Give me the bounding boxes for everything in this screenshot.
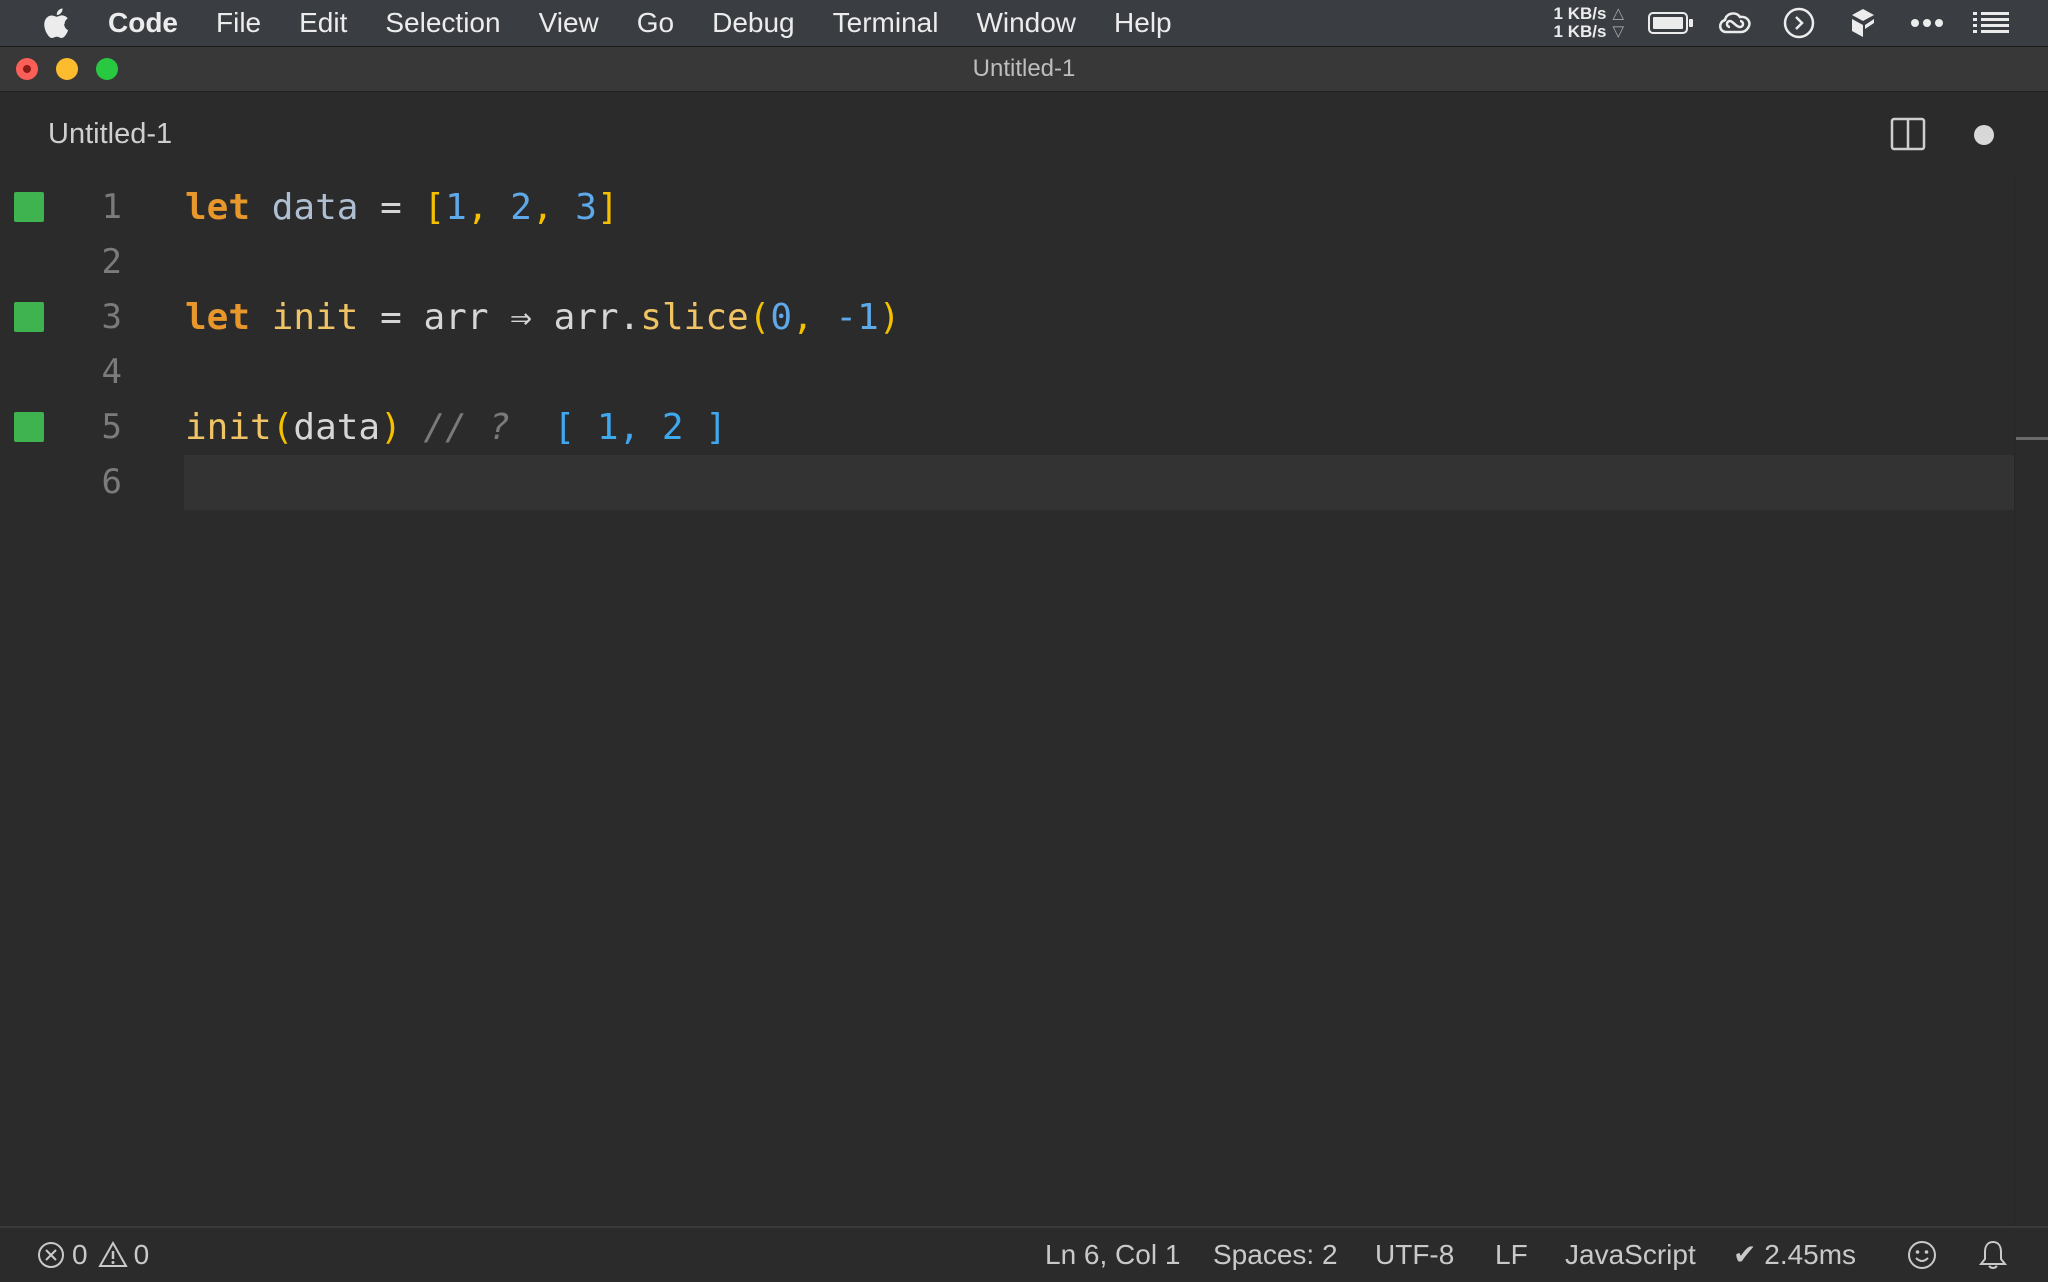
menu-app-code[interactable]: Code (108, 7, 178, 39)
tab-untitled-1[interactable]: Untitled-1 (48, 92, 172, 176)
problems-indicator[interactable]: 0 0 (36, 1228, 149, 1282)
keyword: let (185, 297, 251, 338)
list-icon[interactable] (1968, 5, 2014, 41)
dropbox-icon[interactable] (1840, 5, 1886, 41)
indentation-setting[interactable]: Spaces: 2 (1213, 1228, 1338, 1282)
menu-bar-extras: 1 KB/s 1 KB/s △ ▽ (1554, 0, 2048, 46)
code-text: let data = [1, 2, 3] (185, 180, 619, 235)
code-line-6[interactable]: 6 (0, 455, 2014, 510)
menu-help[interactable]: Help (1114, 7, 1172, 39)
menu-window[interactable]: Window (976, 7, 1076, 39)
line-number: 2 (101, 242, 122, 282)
number-literal: -1 (835, 297, 879, 338)
menu-bar: Code File Edit Selection View Go Debug T… (0, 0, 2048, 46)
upload-arrow-icon: △ (1612, 5, 1624, 22)
tab-bar: Untitled-1 (0, 92, 2048, 176)
scrollbar-cursor-marker (2016, 437, 2048, 440)
number-literal: 1 (445, 187, 467, 228)
line-number: 6 (101, 462, 122, 502)
status-bar: 0 0 Ln 6, Col 1 Spaces: 2 UTF-8 LF JavaS… (0, 1226, 2048, 1282)
line-number: 4 (101, 352, 122, 392)
quokka-timing[interactable]: ✔ 2.45ms (1733, 1228, 1856, 1282)
punctuation: , (466, 187, 489, 228)
apple-logo-icon[interactable] (40, 5, 76, 41)
bracket: ) (380, 407, 402, 448)
comment: // ? (423, 407, 511, 448)
operator: = (380, 297, 402, 338)
bracket: [ (423, 187, 446, 228)
menu-go[interactable]: Go (637, 7, 674, 39)
code-line-1[interactable]: 1 let data = [1, 2, 3] (0, 180, 2014, 235)
network-upload-speed: 1 KB/s (1553, 4, 1607, 23)
title-bar[interactable]: Untitled-1 (0, 47, 2048, 92)
bracket: ( (271, 407, 294, 448)
language-mode[interactable]: JavaScript (1565, 1228, 1696, 1282)
code-line-4[interactable]: 4 (0, 345, 2014, 400)
warning-count: 0 (133, 1239, 150, 1270)
code-text: let init = arr ⇒ arr.slice(0, -1) (185, 290, 900, 345)
code-text: init(data) // ? [ 1, 2 ] (185, 400, 727, 455)
bracket: ] (596, 187, 619, 228)
network-arrows: △ ▽ (1612, 5, 1624, 41)
editor-window: Untitled-1 Untitled-1 1 let data = [1, 2… (0, 46, 2048, 1281)
network-speed[interactable]: 1 KB/s 1 KB/s (1554, 5, 1607, 41)
coverage-marker-icon (14, 302, 44, 332)
keyword: let (185, 187, 251, 228)
creative-cloud-icon[interactable] (1712, 5, 1758, 41)
error-count: 0 (72, 1239, 88, 1270)
number-literal: 2 (510, 187, 532, 228)
menu-edit[interactable]: Edit (299, 7, 347, 39)
line-number: 5 (101, 407, 122, 447)
identifier: arr (423, 297, 489, 338)
coverage-marker-icon (14, 192, 44, 222)
menu-terminal[interactable]: Terminal (833, 7, 939, 39)
code-line-5[interactable]: 5 init(data) // ? [ 1, 2 ] (0, 400, 2014, 455)
punctuation: , (792, 297, 814, 338)
bracket: ) (878, 297, 901, 338)
warning-icon (97, 1240, 128, 1267)
number-literal: 0 (770, 297, 793, 338)
vertical-scrollbar[interactable] (2014, 176, 2048, 1226)
network-download-speed: 1 KB/s (1553, 22, 1607, 41)
battery-icon[interactable] (1648, 5, 1694, 41)
window-title: Untitled-1 (972, 55, 1076, 82)
quokka-icon[interactable] (1776, 5, 1822, 41)
error-icon (38, 1242, 64, 1268)
menu-debug[interactable]: Debug (712, 7, 795, 39)
split-editor-icon[interactable] (1890, 117, 1926, 151)
arrow-operator: ⇒ (510, 297, 532, 338)
punctuation: , (531, 187, 554, 228)
identifier: data (293, 407, 381, 448)
menu-file[interactable]: File (216, 7, 261, 39)
line-number: 1 (101, 187, 122, 227)
end-of-line-sequence[interactable]: LF (1495, 1228, 1528, 1282)
identifier: init (271, 297, 359, 338)
download-arrow-icon: ▽ (1612, 23, 1624, 40)
notifications-bell-icon[interactable] (1978, 1228, 2014, 1282)
punctuation: . (618, 297, 641, 338)
menu-view[interactable]: View (539, 7, 599, 39)
code-line-3[interactable]: 3 let init = arr ⇒ arr.slice(0, -1) (0, 290, 2014, 345)
function-call: init (185, 407, 272, 448)
coverage-marker-icon (14, 412, 44, 442)
file-encoding[interactable]: UTF-8 (1375, 1228, 1454, 1282)
code-line-2[interactable]: 2 (0, 235, 2014, 290)
operator: = (380, 187, 402, 228)
more-icon[interactable] (1904, 5, 1950, 41)
feedback-smiley-icon[interactable] (1906, 1228, 1944, 1282)
menu-selection[interactable]: Selection (385, 7, 500, 39)
code-editor[interactable]: 1 let data = [1, 2, 3] 2 3 let init = ar… (0, 176, 2048, 1226)
bracket: ( (748, 297, 771, 338)
inline-result: [ 1, 2 ] (553, 407, 727, 448)
cursor-position[interactable]: Ln 6, Col 1 (1045, 1228, 1180, 1282)
number-literal: 3 (575, 187, 597, 228)
identifier: arr (553, 297, 619, 338)
identifier: data (271, 187, 359, 228)
method-name: slice (640, 297, 749, 338)
unsaved-changes-dot-icon[interactable] (1974, 125, 1994, 145)
line-number: 3 (101, 297, 122, 337)
